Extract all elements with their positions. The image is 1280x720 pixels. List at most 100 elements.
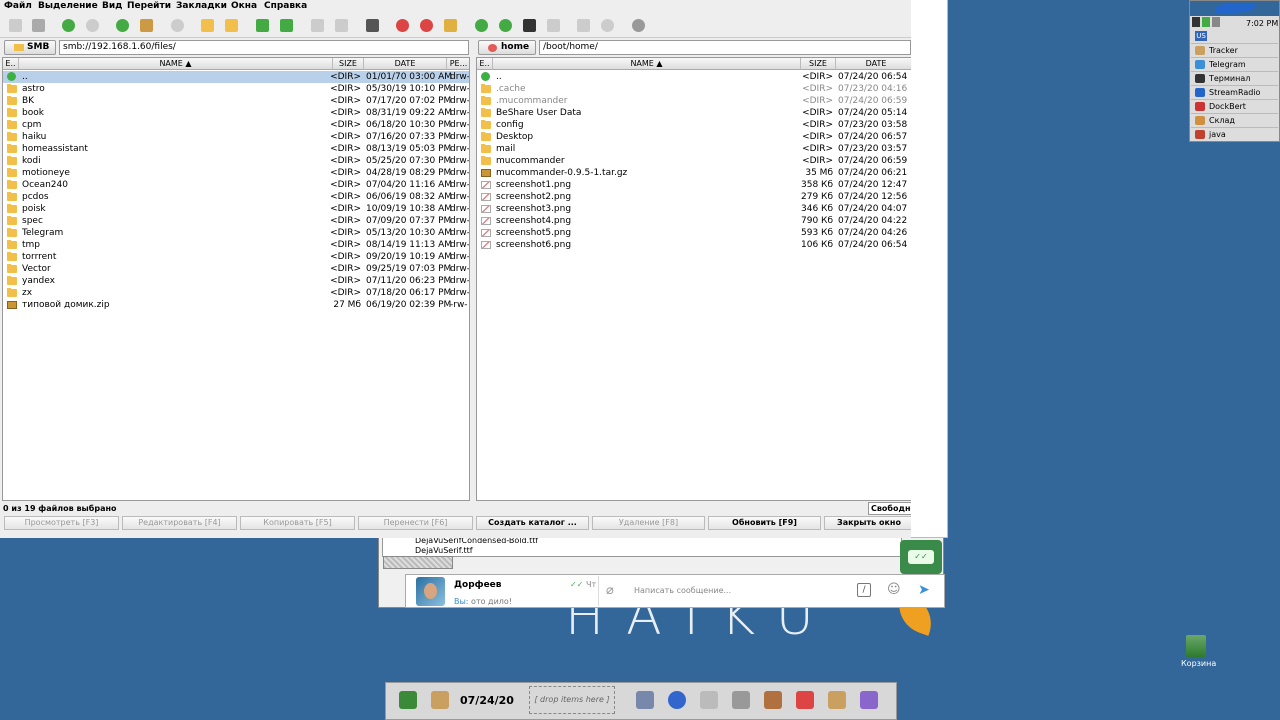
- column-header-date[interactable]: DATE: [836, 58, 911, 70]
- table-row[interactable]: mail <DIR> 07/23/20 03:57 P: [477, 143, 911, 155]
- unpack-icon[interactable]: [335, 19, 348, 32]
- table-row[interactable]: Desktop <DIR> 07/24/20 06:57 P: [477, 131, 911, 143]
- table-row[interactable]: tmp <DIR> 08/14/19 11:13 AM drw-: [3, 239, 469, 251]
- table-row[interactable]: config <DIR> 07/23/20 03:58 P: [477, 119, 911, 131]
- table-row[interactable]: zx <DIR> 07/18/20 06:17 PM drw-: [3, 287, 469, 299]
- trash-label[interactable]: Корзина: [1181, 659, 1216, 668]
- table-row[interactable]: motioneye <DIR> 04/28/19 08:29 PM drw-: [3, 167, 469, 179]
- column-header-ext[interactable]: E..: [477, 58, 493, 70]
- menu-view[interactable]: Вид: [102, 1, 122, 11]
- table-row[interactable]: astro <DIR> 05/30/19 10:10 PM drw-: [3, 83, 469, 95]
- table-row[interactable]: .mucommander <DIR> 07/24/20 06:59 P: [477, 95, 911, 107]
- emoji-icon[interactable]: ☺: [887, 582, 901, 597]
- table-row[interactable]: BeShare User Data <DIR> 07/24/20 05:14 P: [477, 107, 911, 119]
- camera-icon[interactable]: [732, 691, 750, 709]
- cube-icon[interactable]: [860, 691, 878, 709]
- column-header-name[interactable]: NAME ▲: [19, 58, 333, 70]
- list-item[interactable]: DejaVuSerif.ttf: [415, 546, 901, 556]
- copy-button[interactable]: Копировать [F5]: [240, 516, 355, 530]
- table-row[interactable]: screenshot4.png 790 Кб 07/24/20 04:22 P: [477, 215, 911, 227]
- keyboard-layout-indicator[interactable]: US: [1195, 31, 1207, 41]
- bookmarks-icon[interactable]: [420, 19, 433, 32]
- table-row[interactable]: BK <DIR> 07/17/20 07:02 PM drw-: [3, 95, 469, 107]
- right-location-button[interactable]: home: [478, 40, 536, 55]
- avatar[interactable]: [416, 577, 445, 606]
- column-header-ext[interactable]: E..: [3, 58, 19, 70]
- table-row[interactable]: pcdos <DIR> 06/06/19 08:32 AM drw-: [3, 191, 469, 203]
- right-file-panel[interactable]: E.. NAME ▲ SIZE DATE .. <DIR> 07/24/20 06:…: [476, 57, 911, 501]
- menu-selection[interactable]: Выделение: [38, 1, 98, 11]
- bear-icon[interactable]: [764, 691, 782, 709]
- move-button[interactable]: Перенести [F6]: [358, 516, 473, 530]
- commands-button[interactable]: /: [857, 583, 871, 597]
- chat-icon[interactable]: [547, 19, 560, 32]
- refresh-icon[interactable]: [499, 19, 512, 32]
- paperclip-icon[interactable]: ⌀: [606, 583, 614, 598]
- unmark-icon[interactable]: [225, 19, 238, 32]
- table-row[interactable]: yandex <DIR> 07/11/20 06:23 PM drw-: [3, 275, 469, 287]
- record-icon[interactable]: [601, 19, 614, 32]
- right-path-input[interactable]: /boot/home/: [539, 40, 911, 55]
- table-row[interactable]: screenshot5.png 593 Кб 07/24/20 04:26 P: [477, 227, 911, 239]
- deskbar-item[interactable]: Терминал: [1191, 71, 1278, 84]
- left-location-button[interactable]: SMB: [4, 40, 56, 55]
- sync-panels-icon[interactable]: [280, 19, 293, 32]
- trash-icon[interactable]: [1186, 635, 1206, 657]
- deskbar-item[interactable]: StreamRadio: [1191, 85, 1278, 98]
- mkdir-button[interactable]: Создать каталог ...: [476, 516, 589, 530]
- menu-help[interactable]: Справка: [264, 1, 307, 11]
- connect-server-icon[interactable]: [32, 19, 45, 32]
- web-browser-icon[interactable]: [668, 691, 686, 709]
- menu-file[interactable]: Файл: [4, 1, 32, 11]
- menu-windows[interactable]: Окна: [231, 1, 257, 11]
- table-row[interactable]: Ocean240 <DIR> 07/04/20 11:16 AM drw-: [3, 179, 469, 191]
- message-input[interactable]: Написать сообщение...: [634, 586, 731, 595]
- launch-app-icon[interactable]: [636, 691, 654, 709]
- table-row[interactable]: screenshot2.png 279 Кб 07/24/20 12:56 P: [477, 191, 911, 203]
- recycle-icon[interactable]: [399, 691, 417, 709]
- tools-icon[interactable]: [577, 19, 590, 32]
- column-header-size[interactable]: SIZE: [333, 58, 364, 70]
- table-row[interactable]: .cache <DIR> 07/23/20 04:16 P: [477, 83, 911, 95]
- table-row[interactable]: screenshot6.png 106 Кб 07/24/20 06:54 P: [477, 239, 911, 251]
- menu-bookmarks[interactable]: Закладки: [176, 1, 227, 11]
- left-path-input[interactable]: smb://192.168.1.60/files/: [59, 40, 469, 55]
- table-row[interactable]: cpm <DIR> 06/18/20 10:30 PM drw-: [3, 119, 469, 131]
- parent-folder-icon[interactable]: [116, 19, 129, 32]
- terminal-icon[interactable]: [523, 19, 536, 32]
- key-icon[interactable]: [444, 19, 457, 32]
- table-row[interactable]: haiku <DIR> 07/16/20 07:33 PM drw-: [3, 131, 469, 143]
- network-icon[interactable]: [1202, 17, 1210, 27]
- table-row[interactable]: screenshot3.png 346 Кб 07/24/20 04:07 P: [477, 203, 911, 215]
- table-row[interactable]: Vector <DIR> 09/25/19 07:03 PM drw-: [3, 263, 469, 275]
- table-row[interactable]: mucommander <DIR> 07/24/20 06:59 P: [477, 155, 911, 167]
- left-file-panel[interactable]: E.. NAME ▲ SIZE DATE PE... .. <DIR> 01/01/…: [2, 57, 470, 501]
- table-row[interactable]: .. <DIR> 07/24/20 06:54 P: [477, 71, 911, 83]
- font-file-list[interactable]: DejaVuSerifCondensed-Bold.ttf DejaVuSeri…: [382, 535, 902, 557]
- horizontal-scrollbar[interactable]: [383, 556, 453, 569]
- table-row[interactable]: poisk <DIR> 10/09/19 10:38 AM drw-: [3, 203, 469, 215]
- column-header-size[interactable]: SIZE: [801, 58, 836, 70]
- refresh-button[interactable]: Обновить [F9]: [708, 516, 821, 530]
- table-row[interactable]: screenshot1.png 358 Кб 07/24/20 12:47 P: [477, 179, 911, 191]
- printer-icon[interactable]: [700, 691, 718, 709]
- table-row[interactable]: book <DIR> 08/31/19 09:22 AM drw-: [3, 107, 469, 119]
- gear-icon[interactable]: [632, 19, 645, 32]
- table-row[interactable]: типовой домик.zip 27 Мб 06/19/20 02:39 PM -…: [3, 299, 469, 311]
- column-header-perm[interactable]: PE...: [447, 58, 469, 70]
- close-window-button[interactable]: Закрыть окно: [824, 516, 911, 530]
- cpu-icon[interactable]: [1192, 17, 1200, 27]
- table-row[interactable]: homeassistant <DIR> 08/13/19 05:03 PM drw-: [3, 143, 469, 155]
- email-icon[interactable]: [475, 19, 488, 32]
- clock[interactable]: 7:02 PM: [1246, 19, 1278, 28]
- deskbar-item[interactable]: java: [1191, 127, 1278, 140]
- table-row[interactable]: torrrent <DIR> 09/20/19 10:19 AM drw-: [3, 251, 469, 263]
- back-icon[interactable]: [62, 19, 75, 32]
- add-bookmark-icon[interactable]: [396, 19, 409, 32]
- table-row[interactable]: .. <DIR> 01/01/70 03:00 AM drw-: [3, 71, 469, 83]
- pack-icon[interactable]: [311, 19, 324, 32]
- new-window-icon[interactable]: [9, 19, 22, 32]
- volume-icon[interactable]: [1212, 17, 1220, 27]
- home-icon[interactable]: [140, 19, 153, 32]
- media-icon[interactable]: [796, 691, 814, 709]
